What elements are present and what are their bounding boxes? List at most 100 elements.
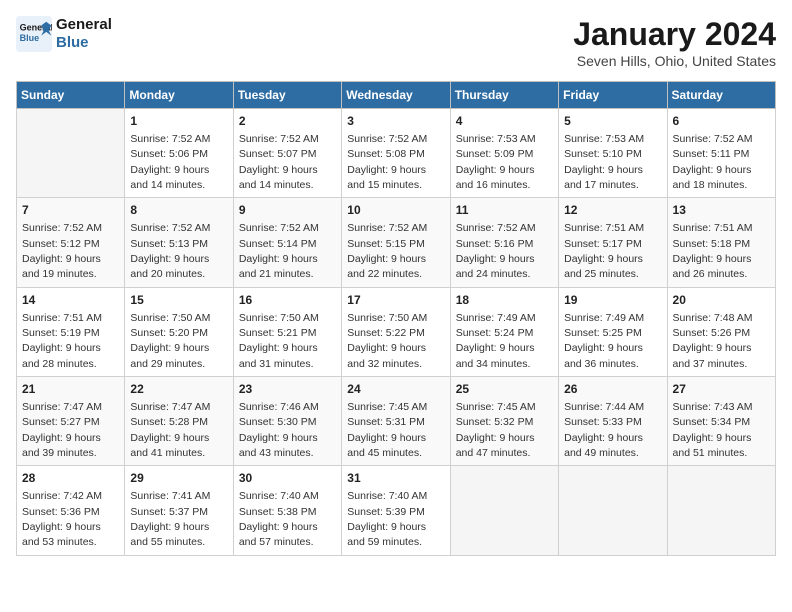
day-number: 10	[347, 202, 444, 219]
day-info: Sunrise: 7:52 AMSunset: 5:11 PMDaylight:…	[673, 133, 753, 191]
calendar-cell	[450, 466, 558, 555]
calendar-cell: 16 Sunrise: 7:50 AMSunset: 5:21 PMDaylig…	[233, 287, 341, 376]
calendar-cell: 8 Sunrise: 7:52 AMSunset: 5:13 PMDayligh…	[125, 198, 233, 287]
calendar-title: January 2024	[573, 16, 776, 53]
calendar-cell: 1 Sunrise: 7:52 AMSunset: 5:06 PMDayligh…	[125, 109, 233, 198]
header-sunday: Sunday	[17, 82, 125, 109]
calendar-cell	[559, 466, 667, 555]
logo-text-general: General	[56, 16, 112, 34]
day-info: Sunrise: 7:48 AMSunset: 5:26 PMDaylight:…	[673, 312, 753, 370]
day-info: Sunrise: 7:44 AMSunset: 5:33 PMDaylight:…	[564, 401, 644, 459]
day-number: 22	[130, 381, 227, 398]
day-number: 11	[456, 202, 553, 219]
calendar-cell: 20 Sunrise: 7:48 AMSunset: 5:26 PMDaylig…	[667, 287, 775, 376]
calendar-cell: 25 Sunrise: 7:45 AMSunset: 5:32 PMDaylig…	[450, 377, 558, 466]
day-number: 21	[22, 381, 119, 398]
day-info: Sunrise: 7:51 AMSunset: 5:17 PMDaylight:…	[564, 222, 644, 280]
day-number: 13	[673, 202, 770, 219]
day-info: Sunrise: 7:52 AMSunset: 5:06 PMDaylight:…	[130, 133, 210, 191]
day-info: Sunrise: 7:45 AMSunset: 5:32 PMDaylight:…	[456, 401, 536, 459]
calendar-week-4: 21 Sunrise: 7:47 AMSunset: 5:27 PMDaylig…	[17, 377, 776, 466]
header-thursday: Thursday	[450, 82, 558, 109]
day-number: 1	[130, 113, 227, 130]
calendar-cell	[17, 109, 125, 198]
calendar-cell: 31 Sunrise: 7:40 AMSunset: 5:39 PMDaylig…	[342, 466, 450, 555]
day-info: Sunrise: 7:46 AMSunset: 5:30 PMDaylight:…	[239, 401, 319, 459]
day-number: 6	[673, 113, 770, 130]
calendar-cell: 7 Sunrise: 7:52 AMSunset: 5:12 PMDayligh…	[17, 198, 125, 287]
calendar-cell: 17 Sunrise: 7:50 AMSunset: 5:22 PMDaylig…	[342, 287, 450, 376]
day-info: Sunrise: 7:52 AMSunset: 5:12 PMDaylight:…	[22, 222, 102, 280]
calendar-cell: 14 Sunrise: 7:51 AMSunset: 5:19 PMDaylig…	[17, 287, 125, 376]
logo-text-blue: Blue	[56, 34, 112, 52]
day-info: Sunrise: 7:49 AMSunset: 5:25 PMDaylight:…	[564, 312, 644, 370]
calendar-cell: 11 Sunrise: 7:52 AMSunset: 5:16 PMDaylig…	[450, 198, 558, 287]
day-number: 28	[22, 470, 119, 487]
day-number: 17	[347, 292, 444, 309]
day-info: Sunrise: 7:51 AMSunset: 5:19 PMDaylight:…	[22, 312, 102, 370]
day-number: 26	[564, 381, 661, 398]
day-info: Sunrise: 7:52 AMSunset: 5:16 PMDaylight:…	[456, 222, 536, 280]
calendar-cell: 21 Sunrise: 7:47 AMSunset: 5:27 PMDaylig…	[17, 377, 125, 466]
calendar-cell: 18 Sunrise: 7:49 AMSunset: 5:24 PMDaylig…	[450, 287, 558, 376]
page-header: General Blue General Blue January 2024 S…	[16, 16, 776, 69]
day-number: 3	[347, 113, 444, 130]
calendar-cell: 4 Sunrise: 7:53 AMSunset: 5:09 PMDayligh…	[450, 109, 558, 198]
calendar-cell: 3 Sunrise: 7:52 AMSunset: 5:08 PMDayligh…	[342, 109, 450, 198]
day-info: Sunrise: 7:50 AMSunset: 5:22 PMDaylight:…	[347, 312, 427, 370]
day-number: 31	[347, 470, 444, 487]
day-info: Sunrise: 7:45 AMSunset: 5:31 PMDaylight:…	[347, 401, 427, 459]
calendar-cell: 19 Sunrise: 7:49 AMSunset: 5:25 PMDaylig…	[559, 287, 667, 376]
day-info: Sunrise: 7:43 AMSunset: 5:34 PMDaylight:…	[673, 401, 753, 459]
day-number: 14	[22, 292, 119, 309]
calendar-subtitle: Seven Hills, Ohio, United States	[573, 53, 776, 69]
day-info: Sunrise: 7:41 AMSunset: 5:37 PMDaylight:…	[130, 490, 210, 548]
calendar-cell: 27 Sunrise: 7:43 AMSunset: 5:34 PMDaylig…	[667, 377, 775, 466]
calendar-cell: 13 Sunrise: 7:51 AMSunset: 5:18 PMDaylig…	[667, 198, 775, 287]
header-saturday: Saturday	[667, 82, 775, 109]
calendar-week-1: 1 Sunrise: 7:52 AMSunset: 5:06 PMDayligh…	[17, 109, 776, 198]
day-number: 19	[564, 292, 661, 309]
calendar-cell: 29 Sunrise: 7:41 AMSunset: 5:37 PMDaylig…	[125, 466, 233, 555]
calendar-header: Sunday Monday Tuesday Wednesday Thursday…	[17, 82, 776, 109]
day-info: Sunrise: 7:50 AMSunset: 5:21 PMDaylight:…	[239, 312, 319, 370]
day-info: Sunrise: 7:52 AMSunset: 5:08 PMDaylight:…	[347, 133, 427, 191]
header-wednesday: Wednesday	[342, 82, 450, 109]
day-info: Sunrise: 7:52 AMSunset: 5:07 PMDaylight:…	[239, 133, 319, 191]
day-info: Sunrise: 7:40 AMSunset: 5:39 PMDaylight:…	[347, 490, 427, 548]
day-info: Sunrise: 7:53 AMSunset: 5:10 PMDaylight:…	[564, 133, 644, 191]
calendar-cell	[667, 466, 775, 555]
day-number: 15	[130, 292, 227, 309]
day-number: 16	[239, 292, 336, 309]
day-number: 7	[22, 202, 119, 219]
calendar-cell: 6 Sunrise: 7:52 AMSunset: 5:11 PMDayligh…	[667, 109, 775, 198]
svg-text:Blue: Blue	[20, 33, 40, 43]
calendar-cell: 5 Sunrise: 7:53 AMSunset: 5:10 PMDayligh…	[559, 109, 667, 198]
calendar-cell: 22 Sunrise: 7:47 AMSunset: 5:28 PMDaylig…	[125, 377, 233, 466]
calendar-week-3: 14 Sunrise: 7:51 AMSunset: 5:19 PMDaylig…	[17, 287, 776, 376]
day-number: 5	[564, 113, 661, 130]
day-number: 12	[564, 202, 661, 219]
day-info: Sunrise: 7:49 AMSunset: 5:24 PMDaylight:…	[456, 312, 536, 370]
day-info: Sunrise: 7:50 AMSunset: 5:20 PMDaylight:…	[130, 312, 210, 370]
day-number: 9	[239, 202, 336, 219]
logo-icon: General Blue	[16, 16, 52, 52]
calendar-cell: 9 Sunrise: 7:52 AMSunset: 5:14 PMDayligh…	[233, 198, 341, 287]
header-friday: Friday	[559, 82, 667, 109]
day-info: Sunrise: 7:40 AMSunset: 5:38 PMDaylight:…	[239, 490, 319, 548]
day-info: Sunrise: 7:52 AMSunset: 5:13 PMDaylight:…	[130, 222, 210, 280]
day-number: 8	[130, 202, 227, 219]
day-info: Sunrise: 7:52 AMSunset: 5:14 PMDaylight:…	[239, 222, 319, 280]
calendar-cell: 26 Sunrise: 7:44 AMSunset: 5:33 PMDaylig…	[559, 377, 667, 466]
calendar-table: Sunday Monday Tuesday Wednesday Thursday…	[16, 81, 776, 556]
day-number: 2	[239, 113, 336, 130]
day-number: 4	[456, 113, 553, 130]
calendar-cell: 12 Sunrise: 7:51 AMSunset: 5:17 PMDaylig…	[559, 198, 667, 287]
header-monday: Monday	[125, 82, 233, 109]
logo: General Blue General Blue	[16, 16, 112, 52]
calendar-cell: 24 Sunrise: 7:45 AMSunset: 5:31 PMDaylig…	[342, 377, 450, 466]
day-number: 30	[239, 470, 336, 487]
calendar-cell: 2 Sunrise: 7:52 AMSunset: 5:07 PMDayligh…	[233, 109, 341, 198]
day-number: 25	[456, 381, 553, 398]
header-tuesday: Tuesday	[233, 82, 341, 109]
